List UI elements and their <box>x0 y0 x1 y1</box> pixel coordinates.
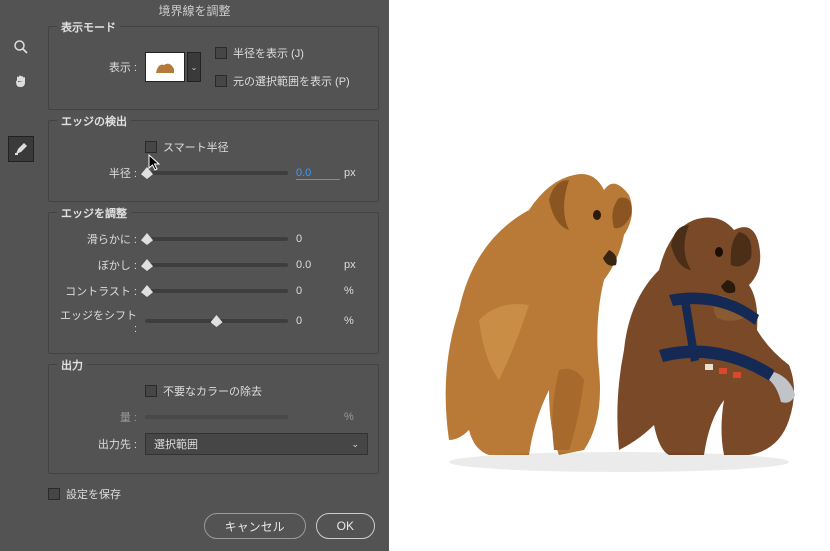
thumbnail-icon <box>148 55 182 79</box>
view-thumbnail[interactable] <box>145 52 185 82</box>
hand-tool[interactable] <box>8 68 34 94</box>
tool-column <box>8 34 38 170</box>
amount-label: 量 : <box>59 409 145 425</box>
contrast-value[interactable]: 0 <box>296 285 340 297</box>
dialog-footer: キャンセル OK <box>204 513 375 539</box>
chevron-down-icon: ⌄ <box>351 439 359 450</box>
shift-unit: % <box>344 315 368 327</box>
output-to-select[interactable]: 選択範囲 ⌄ <box>145 433 368 455</box>
brush-icon <box>13 141 29 157</box>
amount-slider <box>145 415 288 419</box>
radius-label: 半径 : <box>59 165 145 181</box>
feather-value[interactable]: 0.0 <box>296 259 340 271</box>
refine-brush-tool[interactable] <box>8 136 34 162</box>
smooth-slider[interactable] <box>145 237 288 241</box>
shift-value[interactable]: 0 <box>296 315 340 327</box>
show-label: 表示 : <box>59 59 145 75</box>
show-original-label: 元の選択範囲を表示 (P) <box>233 73 350 89</box>
edge-adjust-title: エッジを調整 <box>57 205 131 221</box>
hand-icon <box>13 73 29 89</box>
radius-value[interactable]: 0.0 <box>296 167 340 180</box>
contrast-slider[interactable] <box>145 289 288 293</box>
radius-slider[interactable] <box>145 171 288 175</box>
canvas-area[interactable] <box>389 0 830 551</box>
show-original-checkbox[interactable] <box>215 75 227 87</box>
output-to-value: 選択範囲 <box>154 436 198 452</box>
remember-checkbox[interactable] <box>48 488 60 500</box>
edge-adjust-group: エッジを調整 滑らかに : 0 ぼかし : 0.0px コントラスト : 0% … <box>48 212 379 354</box>
chevron-down-icon: ⌄ <box>191 63 198 72</box>
contrast-label: コントラスト : <box>59 283 145 299</box>
dogs-image <box>419 120 819 480</box>
ok-button[interactable]: OK <box>316 513 375 539</box>
amount-unit: % <box>344 411 368 423</box>
panel-content: 表示モード 表示 : ⌄ 半径を表示 (J) 元の選択範囲を表示 (P) <box>48 26 379 510</box>
feather-unit: px <box>344 259 368 271</box>
radius-unit: px <box>344 167 368 179</box>
slider-thumb[interactable] <box>211 315 223 327</box>
refine-edge-panel: 境界線を調整 表示モード 表示 : <box>0 0 389 551</box>
decontaminate-label: 不要なカラーの除去 <box>163 383 262 399</box>
feather-slider[interactable] <box>145 263 288 267</box>
magnifier-icon <box>13 39 29 55</box>
view-dropdown-button[interactable]: ⌄ <box>187 52 201 82</box>
smart-radius-label: スマート半径 <box>163 139 229 155</box>
smooth-value[interactable]: 0 <box>296 233 340 245</box>
show-radius-label: 半径を表示 (J) <box>233 45 304 61</box>
view-mode-group: 表示モード 表示 : ⌄ 半径を表示 (J) 元の選択範囲を表示 (P) <box>48 26 379 110</box>
cancel-button[interactable]: キャンセル <box>204 513 306 539</box>
feather-label: ぼかし : <box>59 257 145 273</box>
show-radius-checkbox[interactable] <box>215 47 227 59</box>
edge-detect-title: エッジの検出 <box>57 113 131 129</box>
decontaminate-checkbox[interactable] <box>145 385 157 397</box>
output-to-label: 出力先 : <box>59 436 145 452</box>
shift-slider[interactable] <box>145 319 288 323</box>
view-mode-title: 表示モード <box>57 19 120 35</box>
output-title: 出力 <box>57 357 87 373</box>
shift-label: エッジをシフト : <box>59 307 145 335</box>
edge-detect-group: エッジの検出 スマート半径 半径 : 0.0 px <box>48 120 379 202</box>
output-group: 出力 不要なカラーの除去 量 : % 出力先 : 選択範囲 ⌄ <box>48 364 379 474</box>
remember-label: 設定を保存 <box>66 486 121 502</box>
smooth-label: 滑らかに : <box>59 231 145 247</box>
zoom-tool[interactable] <box>8 34 34 60</box>
contrast-unit: % <box>344 285 368 297</box>
smart-radius-checkbox[interactable] <box>145 141 157 153</box>
